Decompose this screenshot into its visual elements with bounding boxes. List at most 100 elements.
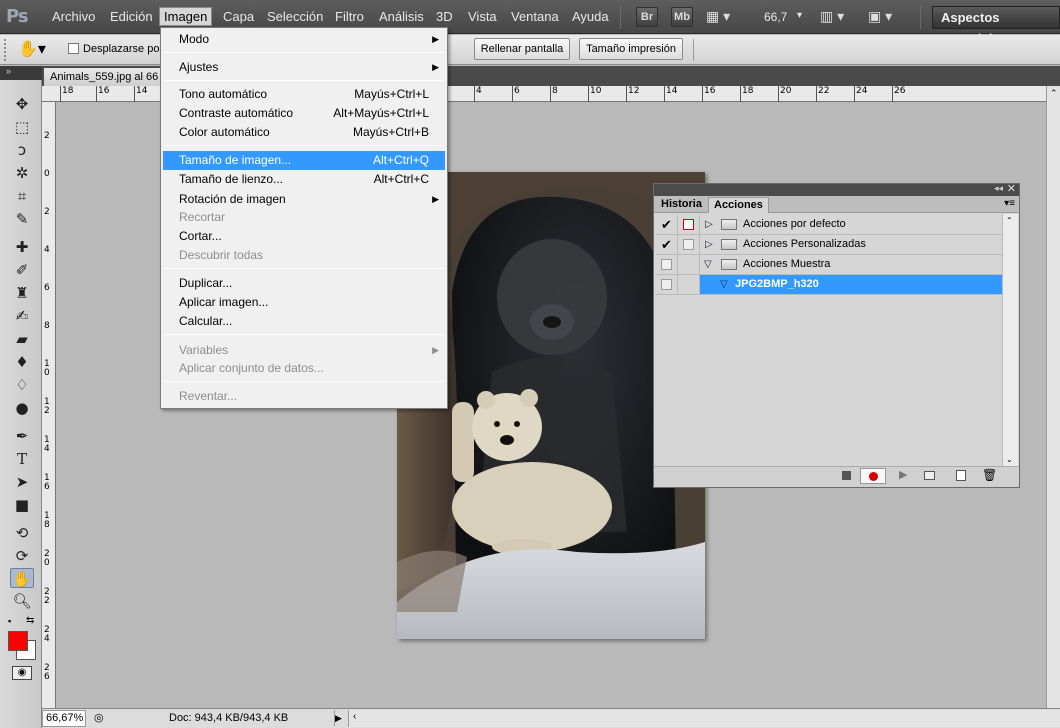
tab-acciones[interactable]: Acciones (708, 197, 769, 213)
3d-orbit-tool-icon[interactable]: ⟳ (10, 546, 34, 566)
blur-tool-icon[interactable]: ♢ (10, 375, 34, 395)
collapse-panel-icon[interactable]: ◂◂ (994, 183, 1003, 194)
menu-ayuda[interactable]: Ayuda (568, 8, 613, 25)
eyedropper-tool-icon[interactable]: ✎ (10, 209, 34, 229)
fill-screen-button[interactable]: Rellenar pantalla (474, 38, 570, 60)
menu-imagen[interactable]: Imagen (159, 7, 213, 26)
vertical-scrollbar[interactable]: ⌃ (1046, 86, 1060, 708)
action-set-row[interactable]: ▽ Acciones Muestra (656, 255, 1002, 275)
tab-historia[interactable]: Historia (656, 197, 707, 213)
view-extras-icon[interactable]: ▦ ▾ (706, 8, 742, 26)
menu-capa[interactable]: Capa (219, 8, 258, 25)
marquee-tool-icon[interactable]: ⬚ (10, 117, 34, 137)
menu-item-cortar[interactable]: Cortar... (163, 227, 445, 246)
minibridge-button[interactable]: Mb (671, 7, 693, 27)
checkmark-icon[interactable]: ✔ (661, 215, 672, 234)
collapse-icon[interactable]: ▽ (720, 275, 728, 294)
expand-icon[interactable]: ▷ (705, 215, 713, 234)
default-colors-icon[interactable]: ▪ (8, 616, 18, 626)
history-brush-tool-icon[interactable]: ✍ (10, 306, 34, 326)
paint-bucket-tool-icon[interactable]: ♦ (10, 352, 34, 372)
collapse-icon[interactable]: ▽ (704, 255, 712, 274)
toggle-checkbox[interactable] (661, 279, 672, 290)
menu-seleccion[interactable]: Selección (263, 8, 327, 25)
action-set-row[interactable]: ✔ ▷ Acciones Personalizadas (656, 235, 1002, 255)
menu-item-rotacion-de-imagen[interactable]: Rotación de imagen ▶ (163, 190, 445, 209)
hand-tool-preset-icon[interactable]: ✋▾ (18, 38, 56, 60)
menu-ventana[interactable]: Ventana (507, 8, 563, 25)
zoom-tool-icon[interactable]: 🔍︎ (10, 591, 34, 611)
panel-header[interactable]: ◂◂ ✕ (654, 182, 1019, 196)
zoom-field[interactable]: 66,67% (42, 710, 86, 727)
menu-item-duplicar[interactable]: Duplicar... (163, 274, 445, 293)
menu-item-tamano-de-lienzo[interactable]: Tamaño de lienzo... Alt+Ctrl+C (163, 170, 445, 189)
swap-colors-icon[interactable]: ⇆ (26, 615, 34, 626)
scroll-up-icon[interactable]: ⌃ (1006, 216, 1013, 225)
foreground-color-swatch[interactable] (8, 631, 28, 651)
shape-tool-icon[interactable]: ■ (10, 495, 34, 515)
arrange-documents-icon[interactable]: ▥ ▾ (820, 8, 856, 26)
brush-tool-icon[interactable]: ✐ (10, 260, 34, 280)
play-icon[interactable]: ▶ (899, 468, 907, 481)
collapse-icon[interactable]: » (6, 66, 11, 76)
toggle-checkbox[interactable] (661, 259, 672, 270)
dialog-toggle-icon[interactable] (683, 219, 694, 230)
clone-stamp-tool-icon[interactable]: ♜ (10, 283, 34, 303)
stop-icon[interactable] (842, 471, 851, 480)
workspace-switcher[interactable]: Aspectos esenciales (932, 6, 1060, 46)
menu-3d[interactable]: 3D (432, 8, 457, 25)
scroll-all-checkbox[interactable] (68, 43, 79, 54)
menu-vista[interactable]: Vista (464, 8, 501, 25)
path-selection-tool-icon[interactable]: ➤ (10, 472, 34, 492)
zoom-level[interactable]: 66,7 (764, 10, 787, 24)
hand-tool-icon[interactable]: ✋ (10, 568, 34, 588)
record-button[interactable] (860, 468, 886, 484)
bar-grip[interactable] (4, 39, 8, 61)
status-menu-icon[interactable]: ▶ (334, 710, 346, 726)
dodge-tool-icon[interactable]: ● (10, 398, 34, 418)
dialog-toggle-icon[interactable] (683, 239, 694, 250)
new-set-icon[interactable] (924, 471, 935, 480)
action-row[interactable]: ▽ JPG2BMP_h320 (656, 275, 1002, 295)
zoom-dropdown-icon[interactable]: ▾ (797, 10, 802, 21)
menu-item-modo[interactable]: Modo ▶ (163, 30, 445, 49)
eraser-tool-icon[interactable]: ▰ (10, 329, 34, 349)
menu-item-aplicar-imagen[interactable]: Aplicar imagen... (163, 293, 445, 312)
menu-filtro[interactable]: Filtro (331, 8, 368, 25)
menu-item-tono-automatico[interactable]: Tono automático Mayús+Ctrl+L (163, 85, 445, 104)
menu-item-calcular[interactable]: Calcular... (163, 312, 445, 331)
lasso-tool-icon[interactable]: ↄ (10, 140, 34, 160)
menu-item-ajustes[interactable]: Ajustes ▶ (163, 58, 445, 77)
trash-icon[interactable]: 🗑︎ (982, 468, 997, 482)
menu-item-tamano-de-imagen[interactable]: Tamaño de imagen... Alt+Ctrl+Q (163, 151, 445, 170)
toolbar-header[interactable]: » (0, 66, 42, 80)
scroll-left-icon[interactable]: ‹ (353, 711, 356, 722)
quick-mask-icon[interactable]: ◉ (12, 666, 32, 680)
menu-archivo[interactable]: Archivo (48, 8, 99, 25)
type-tool-icon[interactable]: T (10, 449, 34, 469)
panel-menu-icon[interactable]: ▾≡ (1004, 198, 1015, 209)
expand-icon[interactable]: ▷ (705, 235, 713, 254)
pen-tool-icon[interactable]: ✒ (10, 426, 34, 446)
action-set-row[interactable]: ✔ ▷ Acciones por defecto (656, 215, 1002, 235)
menu-item-color-automatico[interactable]: Color automático Mayús+Ctrl+B (163, 123, 445, 142)
scroll-down-icon[interactable]: ⌄ (1006, 455, 1013, 464)
move-tool-icon[interactable]: ✥ (10, 94, 34, 114)
bridge-button[interactable]: Br (636, 7, 658, 27)
quick-selection-tool-icon[interactable]: ✲ (10, 163, 34, 183)
menu-edicion[interactable]: Edición (106, 8, 157, 25)
3d-rotate-tool-icon[interactable]: ⟲ (10, 523, 34, 543)
horizontal-scrollbar[interactable]: ‹ (348, 710, 1060, 727)
menu-analisis[interactable]: Análisis (375, 8, 428, 25)
new-action-icon[interactable] (956, 470, 966, 481)
close-panel-icon[interactable]: ✕ (1007, 182, 1016, 195)
healing-brush-tool-icon[interactable]: ✚ (10, 237, 34, 257)
scroll-up-icon[interactable]: ⌃ (1050, 88, 1058, 99)
screen-mode-icon[interactable]: ▣ ▾ (868, 8, 904, 26)
panel-scrollbar[interactable]: ⌃ ⌄ (1002, 214, 1018, 466)
document-tab[interactable]: Animals_559.jpg al 66 (44, 68, 164, 86)
crop-tool-icon[interactable]: ⌗ (10, 186, 34, 206)
print-size-button[interactable]: Tamaño impresión (579, 38, 683, 60)
info-icon[interactable]: ◎ (94, 711, 104, 724)
checkmark-icon[interactable]: ✔ (661, 235, 672, 254)
